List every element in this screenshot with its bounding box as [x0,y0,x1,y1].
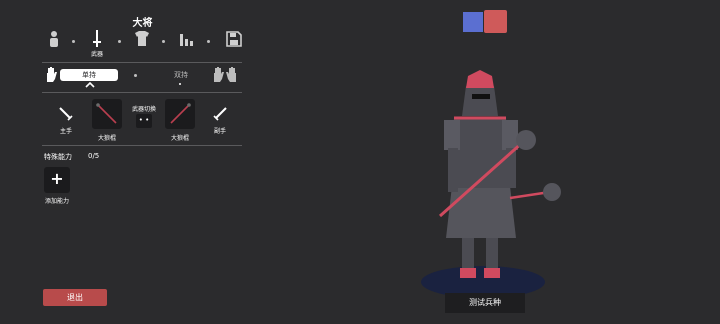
mode-separator [134,74,137,77]
body-icon [50,31,58,47]
category-separator [72,40,75,43]
off-hand-label: 副手 [213,128,226,135]
single-wield-button[interactable]: 单持 [60,69,118,81]
selection-caret-icon [85,82,95,88]
main-hand-sword-icon [59,107,73,121]
weapon-switch-label: 武器切换 [131,106,156,113]
category-separator [207,40,210,43]
test-unit-button[interactable]: 测试兵种 [445,293,525,313]
two-hands-icon[interactable] [212,67,238,83]
divider [42,145,242,146]
category-weapon[interactable]: 武器 [85,30,109,58]
hand-mode-bar: 单持 双持 [42,66,246,88]
divider [42,92,242,93]
stats-icon [180,34,193,46]
special-abilities-label: 特殊能力 [44,153,72,161]
dual-wield-button[interactable]: 双持 [166,69,196,81]
unit-name-title: 大将 [132,18,153,29]
category-stats[interactable] [175,30,199,58]
add-ability-label: 添加能力 [44,198,69,205]
off-weapon-slot[interactable] [165,99,195,129]
category-save[interactable] [222,30,246,58]
main-weapon-slot[interactable] [92,99,122,129]
armor-icon [135,31,149,46]
category-body[interactable] [42,30,66,58]
exit-button[interactable]: 退出 [43,289,107,306]
unit-preview [421,70,561,298]
special-abilities-count: 0/5 [88,152,100,160]
dual-indicator-dot [179,83,181,85]
sword-icon [93,30,101,47]
wolf-club-icon [170,103,191,124]
team-blue-swatch[interactable] [463,12,483,32]
category-armor[interactable] [130,30,154,58]
team-red-swatch[interactable] [484,10,507,33]
one-hand-icon[interactable] [44,67,58,83]
off-hand-sword-icon [213,107,227,121]
category-separator [118,40,121,43]
add-ability-button[interactable]: + [44,167,70,193]
divider [42,62,242,63]
save-icon [226,31,242,47]
off-weapon-name: 大狼棍 [170,135,189,142]
wolf-club-icon [96,103,117,124]
main-weapon-name: 大狼棍 [97,135,116,142]
category-weapon-label: 武器 [90,51,103,58]
category-bar: 武器 [42,30,246,60]
weapon-switch-button[interactable]: • • [136,114,152,128]
main-hand-label: 主手 [59,128,72,135]
category-separator [162,40,165,43]
